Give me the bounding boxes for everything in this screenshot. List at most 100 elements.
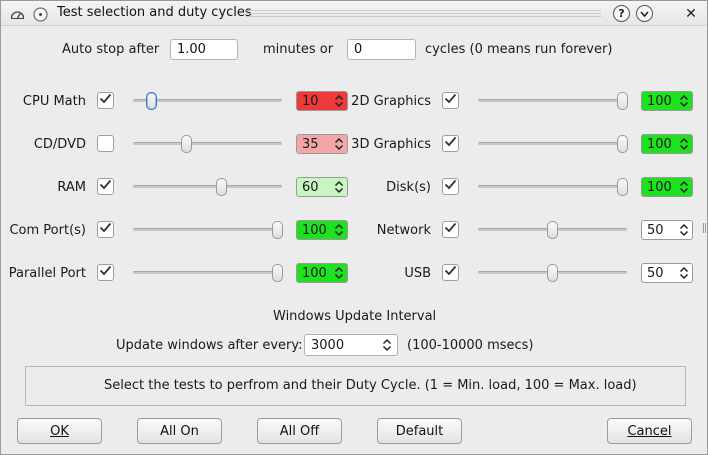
- test-label-disk-s: Disk(s): [386, 180, 431, 195]
- test-checkbox-usb[interactable]: [442, 264, 459, 281]
- test-checkbox-disk-s[interactable]: [442, 178, 459, 195]
- duty-spinbox-usb[interactable]: 50: [641, 263, 693, 283]
- duty-slider-2d-graphics[interactable]: [478, 91, 628, 111]
- duty-slider-disk-s[interactable]: [478, 177, 628, 197]
- slider-handle[interactable]: [617, 135, 628, 153]
- test-checkbox-cpu-math[interactable]: [97, 92, 114, 109]
- check-icon: [99, 179, 112, 194]
- spin-arrows-icon[interactable]: [334, 266, 344, 280]
- duty-spinbox-disk-s[interactable]: 100: [641, 177, 693, 197]
- spin-arrows-icon[interactable]: [334, 223, 344, 237]
- test-label-usb: USB: [404, 266, 431, 281]
- test-label-3d-graphics: 3D Graphics: [351, 137, 431, 152]
- spin-arrows-icon[interactable]: [382, 338, 392, 352]
- test-checkbox-ram[interactable]: [97, 178, 114, 195]
- spin-arrows-icon[interactable]: [334, 94, 344, 108]
- duty-slider-network[interactable]: [478, 220, 627, 240]
- test-label-cd-dvd: CD/DVD: [33, 137, 86, 152]
- duty-value: 100: [302, 223, 327, 238]
- check-icon: [444, 222, 457, 237]
- duty-slider-parallel-port[interactable]: [133, 263, 283, 283]
- duty-spinbox-cpu-math[interactable]: 10: [296, 91, 348, 111]
- duty-slider-cd-dvd[interactable]: [133, 134, 282, 154]
- duty-value: 50: [647, 223, 664, 238]
- spin-arrows-icon[interactable]: [679, 266, 689, 280]
- duty-value: 50: [647, 266, 664, 281]
- test-checkbox-parallel-port[interactable]: [97, 264, 114, 281]
- spin-arrows-icon[interactable]: [679, 223, 689, 237]
- all-on-button[interactable]: All On: [137, 418, 222, 444]
- duty-spinbox-parallel-port[interactable]: 100: [296, 263, 348, 283]
- default-button[interactable]: Default: [377, 418, 462, 444]
- duty-value: 100: [647, 180, 672, 195]
- slider-handle[interactable]: [215, 178, 227, 196]
- window-title: Test selection and duty cycles: [57, 5, 252, 20]
- duty-spinbox-3d-graphics[interactable]: 100: [641, 134, 693, 154]
- duty-value: 100: [647, 137, 672, 152]
- test-label-cpu-math: CPU Math: [22, 94, 86, 109]
- duty-value: 35: [302, 137, 319, 152]
- spin-arrows-icon[interactable]: [679, 180, 689, 194]
- spin-arrows-icon[interactable]: [334, 180, 344, 194]
- slider-handle[interactable]: [546, 264, 558, 282]
- test-checkbox-cd-dvd[interactable]: [97, 135, 114, 152]
- minutes-input[interactable]: [170, 39, 238, 60]
- duty-slider-ram[interactable]: [133, 177, 282, 197]
- title-bar[interactable]: Test selection and duty cycles ? ✕: [1, 1, 707, 26]
- test-checkbox-network[interactable]: [442, 221, 459, 238]
- slider-handle[interactable]: [180, 135, 192, 153]
- cancel-button[interactable]: Cancel: [607, 418, 692, 444]
- update-interval-label: Update windows after every:: [116, 338, 303, 353]
- slider-handle[interactable]: [272, 264, 283, 282]
- help-button[interactable]: ?: [613, 5, 630, 22]
- slider-handle[interactable]: [546, 221, 558, 239]
- update-interval-spinbox[interactable]: 3000: [304, 334, 398, 356]
- slider-handle[interactable]: [617, 92, 628, 110]
- cycles-input[interactable]: [347, 39, 416, 60]
- duty-spinbox-com-port-s[interactable]: 100: [296, 220, 348, 240]
- slider-track: [478, 99, 627, 102]
- test-checkbox-2d-graphics[interactable]: [442, 92, 459, 109]
- duty-slider-usb[interactable]: [478, 263, 627, 283]
- duty-spinbox-network[interactable]: 50: [641, 220, 693, 240]
- check-icon: [444, 93, 457, 108]
- duty-spinbox-cd-dvd[interactable]: 35: [296, 134, 348, 154]
- check-icon: [444, 179, 457, 194]
- dialog-window: Test selection and duty cycles ? ✕ Auto …: [0, 0, 708, 455]
- close-button[interactable]: ✕: [683, 6, 699, 22]
- check-icon: [99, 222, 112, 237]
- slider-handle[interactable]: [617, 178, 628, 196]
- test-checkbox-com-port-s[interactable]: [97, 221, 114, 238]
- cycles-label: cycles (0 means run forever): [425, 42, 613, 57]
- test-label-com-port-s: Com Port(s): [9, 223, 86, 238]
- test-checkbox-3d-graphics[interactable]: [442, 135, 459, 152]
- test-label-ram: RAM: [57, 180, 86, 195]
- minimize-button[interactable]: [636, 5, 653, 22]
- slider-track: [133, 142, 282, 145]
- duty-value: 60: [302, 180, 319, 195]
- spin-arrows-icon[interactable]: [679, 137, 689, 151]
- info-box: Select the tests to perfrom and their Du…: [25, 366, 686, 406]
- ok-button[interactable]: OK: [17, 418, 102, 444]
- spin-arrows-icon[interactable]: [679, 94, 689, 108]
- all-off-button[interactable]: All Off: [257, 418, 342, 444]
- duty-slider-3d-graphics[interactable]: [478, 134, 628, 154]
- slider-track: [478, 185, 627, 188]
- resize-grip[interactable]: [703, 223, 706, 233]
- check-icon: [99, 93, 112, 108]
- duty-slider-com-port-s[interactable]: [133, 220, 283, 240]
- duty-spinbox-ram[interactable]: 60: [296, 177, 348, 197]
- cancel-button-label: Cancel: [627, 423, 672, 439]
- duty-value: 100: [647, 94, 672, 109]
- test-label-network: Network: [376, 223, 431, 238]
- slider-track: [478, 142, 627, 145]
- test-label-2d-graphics: 2D Graphics: [351, 94, 431, 109]
- slider-handle[interactable]: [272, 221, 283, 239]
- duty-value: 10: [302, 94, 319, 109]
- window-menu-icon[interactable]: [32, 6, 48, 22]
- duty-slider-cpu-math[interactable]: [133, 91, 282, 111]
- app-gauge-icon[interactable]: [9, 6, 25, 22]
- slider-handle[interactable]: [145, 92, 157, 110]
- spin-arrows-icon[interactable]: [334, 137, 344, 151]
- duty-spinbox-2d-graphics[interactable]: 100: [641, 91, 693, 111]
